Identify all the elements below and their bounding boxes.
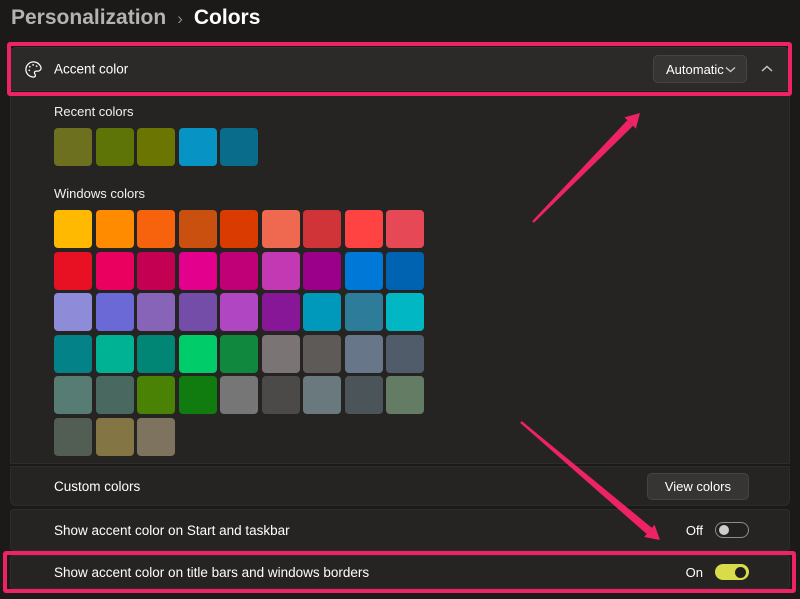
- color-swatch[interactable]: [345, 252, 383, 290]
- color-swatch[interactable]: [179, 293, 217, 331]
- color-swatch[interactable]: [54, 128, 92, 166]
- chevron-down-icon: [725, 66, 736, 73]
- color-swatch[interactable]: [179, 335, 217, 373]
- color-swatch[interactable]: [54, 252, 92, 290]
- accent-on-titlebars-toggle[interactable]: [715, 564, 749, 580]
- custom-colors-row: Custom colors View colors: [10, 466, 790, 506]
- color-swatch[interactable]: [137, 335, 175, 373]
- color-swatch[interactable]: [137, 418, 175, 456]
- color-swatch[interactable]: [54, 293, 92, 331]
- color-swatch[interactable]: [179, 376, 217, 414]
- color-swatch[interactable]: [96, 335, 134, 373]
- color-swatch[interactable]: [220, 293, 258, 331]
- color-swatch[interactable]: [386, 376, 424, 414]
- color-swatch[interactable]: [137, 128, 175, 166]
- color-swatch[interactable]: [262, 335, 300, 373]
- color-swatch[interactable]: [262, 376, 300, 414]
- color-swatch[interactable]: [262, 293, 300, 331]
- accent-on-titlebars-row: Show accent color on title bars and wind…: [10, 555, 790, 589]
- page-title: Colors: [194, 6, 261, 30]
- color-swatch[interactable]: [220, 335, 258, 373]
- accent-on-titlebars-state: On: [686, 565, 703, 580]
- color-swatch[interactable]: [386, 252, 424, 290]
- color-swatch[interactable]: [262, 210, 300, 248]
- color-swatch[interactable]: [179, 128, 217, 166]
- color-swatch[interactable]: [96, 252, 134, 290]
- color-swatch[interactable]: [303, 335, 341, 373]
- color-swatch[interactable]: [54, 418, 92, 456]
- dropdown-value: Automatic: [666, 62, 724, 77]
- color-swatch[interactable]: [345, 376, 383, 414]
- color-swatch[interactable]: [345, 335, 383, 373]
- color-swatch[interactable]: [96, 210, 134, 248]
- color-swatch[interactable]: [303, 376, 341, 414]
- color-swatch[interactable]: [54, 335, 92, 373]
- toggle-knob: [735, 567, 746, 578]
- color-swatch[interactable]: [345, 210, 383, 248]
- view-colors-button[interactable]: View colors: [647, 473, 749, 500]
- color-swatch[interactable]: [386, 210, 424, 248]
- accent-on-start-row: Show accent color on Start and taskbar O…: [10, 509, 790, 551]
- color-swatch[interactable]: [220, 210, 258, 248]
- color-swatch[interactable]: [303, 252, 341, 290]
- recent-colors-label: Recent colors: [54, 104, 789, 120]
- accent-color-label: Accent color: [54, 62, 128, 77]
- custom-colors-label: Custom colors: [54, 479, 140, 494]
- accent-on-start-label: Show accent color on Start and taskbar: [54, 523, 290, 538]
- color-swatch[interactable]: [303, 210, 341, 248]
- breadcrumb-separator: ›: [177, 8, 183, 29]
- color-swatch[interactable]: [137, 210, 175, 248]
- accent-color-expanded-panel: Recent colors Windows colors: [10, 96, 790, 464]
- color-swatch[interactable]: [137, 293, 175, 331]
- color-swatch[interactable]: [220, 376, 258, 414]
- windows-colors-label: Windows colors: [54, 186, 789, 202]
- color-swatch[interactable]: [345, 293, 383, 331]
- toggle-knob: [719, 525, 729, 535]
- palette-icon: [23, 59, 43, 79]
- color-swatch[interactable]: [137, 252, 175, 290]
- color-swatch[interactable]: [54, 210, 92, 248]
- color-swatch[interactable]: [179, 252, 217, 290]
- breadcrumb-personalization[interactable]: Personalization: [11, 6, 166, 30]
- color-swatch[interactable]: [96, 293, 134, 331]
- color-swatch[interactable]: [179, 210, 217, 248]
- color-swatch[interactable]: [96, 376, 134, 414]
- color-swatch[interactable]: [386, 335, 424, 373]
- color-swatch[interactable]: [220, 252, 258, 290]
- accent-on-start-state: Off: [686, 523, 703, 538]
- color-swatch[interactable]: [137, 376, 175, 414]
- color-swatch[interactable]: [262, 252, 300, 290]
- collapse-expander-button[interactable]: [755, 57, 779, 81]
- accent-on-start-toggle[interactable]: [715, 522, 749, 538]
- breadcrumb: Personalization › Colors: [11, 6, 260, 30]
- accent-color-mode-dropdown[interactable]: Automatic: [653, 55, 747, 83]
- color-swatch[interactable]: [96, 418, 134, 456]
- chevron-up-icon: [761, 65, 773, 73]
- accent-color-card[interactable]: Accent color Automatic: [10, 47, 790, 91]
- color-swatch[interactable]: [96, 128, 134, 166]
- recent-colors-swatches: [54, 128, 425, 166]
- color-swatch[interactable]: [303, 293, 341, 331]
- accent-on-titlebars-label: Show accent color on title bars and wind…: [54, 565, 369, 580]
- windows-colors-swatches: [54, 210, 425, 456]
- color-swatch[interactable]: [386, 293, 424, 331]
- color-swatch[interactable]: [220, 128, 258, 166]
- color-swatch[interactable]: [54, 376, 92, 414]
